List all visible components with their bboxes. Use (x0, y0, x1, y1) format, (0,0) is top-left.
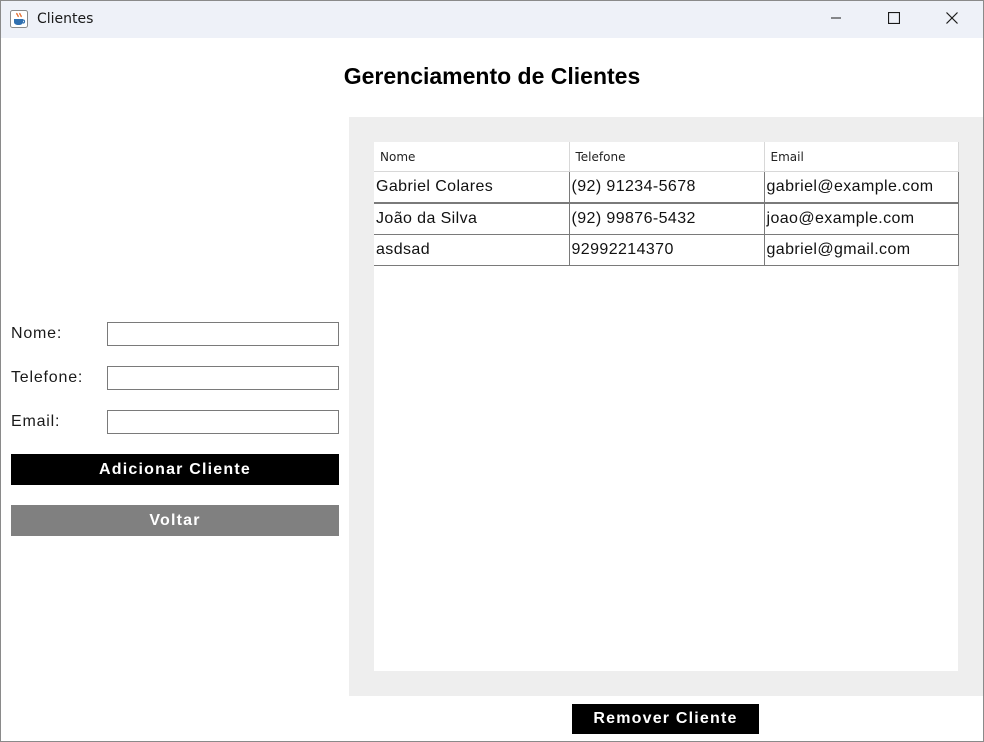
column-header-nome[interactable]: Nome (374, 142, 570, 172)
cell-phone[interactable]: (92) 91234-5678 (569, 171, 765, 204)
table-row[interactable]: João da Silva (92) 99876-5432 joao@examp… (374, 203, 959, 235)
name-input[interactable] (107, 322, 339, 346)
table-header-row: Nome Telefone Email (374, 142, 959, 172)
minimize-button[interactable] (807, 1, 865, 38)
cell-email[interactable]: joao@example.com (764, 203, 959, 235)
phone-input[interactable] (107, 366, 339, 390)
cell-email[interactable]: gabriel@example.com (764, 171, 959, 204)
java-coffee-cup-icon (10, 10, 28, 28)
cell-name[interactable]: asdsad (374, 234, 570, 266)
column-header-telefone[interactable]: Telefone (569, 142, 765, 172)
maximize-button[interactable] (865, 1, 923, 38)
page-title: Gerenciamento de Clientes (343, 63, 641, 89)
table-row[interactable]: asdsad 92992214370 gabriel@gmail.com (374, 234, 959, 266)
cell-phone[interactable]: 92992214370 (569, 234, 765, 266)
minimize-icon (830, 11, 842, 29)
cell-name[interactable]: João da Silva (374, 203, 570, 235)
clients-table-panel: Nome Telefone Email Gabriel Colares (92)… (349, 117, 983, 696)
add-client-button[interactable]: Adicionar Cliente (11, 454, 339, 485)
cell-phone[interactable]: (92) 99876-5432 (569, 203, 765, 235)
clients-table-scroll-pane[interactable]: Nome Telefone Email Gabriel Colares (92)… (374, 142, 959, 671)
close-button[interactable] (923, 1, 981, 38)
back-button-label: Voltar (149, 511, 201, 529)
back-button[interactable]: Voltar (11, 505, 339, 536)
cell-email[interactable]: gabriel@gmail.com (764, 234, 959, 266)
clients-table: Nome Telefone Email Gabriel Colares (92)… (374, 142, 959, 266)
phone-label: Telefone: (11, 369, 84, 386)
remove-client-button-label: Remover Cliente (593, 710, 738, 727)
column-header-email[interactable]: Email (764, 142, 959, 172)
title-bar[interactable]: Clientes (1, 1, 983, 38)
clientes-window: Clientes Gerenciamento de Clientes Nome:… (0, 0, 984, 742)
cell-name[interactable]: Gabriel Colares (374, 171, 570, 204)
maximize-icon (887, 11, 901, 29)
email-input[interactable] (107, 410, 339, 434)
table-row[interactable]: Gabriel Colares (92) 91234-5678 gabriel@… (374, 171, 959, 204)
email-label: Email: (11, 413, 61, 430)
name-label: Nome: (11, 325, 63, 342)
close-icon (946, 11, 958, 29)
add-client-button-label: Adicionar Cliente (99, 460, 251, 478)
window-title: Clientes (37, 11, 94, 27)
remove-client-button[interactable]: Remover Cliente (572, 704, 759, 734)
